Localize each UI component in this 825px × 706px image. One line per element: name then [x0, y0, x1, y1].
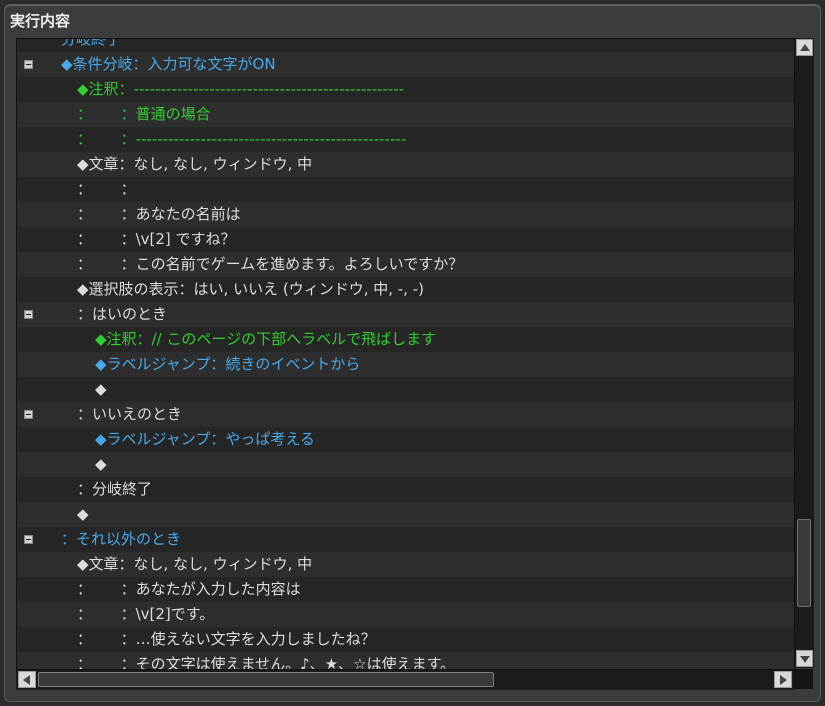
command-row[interactable]: ◆注釈：------------------------------------…	[17, 77, 795, 102]
collapse-toggle-icon[interactable]	[24, 60, 33, 69]
scroll-down-button[interactable]	[796, 650, 813, 667]
command-row[interactable]: ◆	[17, 377, 795, 402]
command-row[interactable]: ： ：…使えない文字を入力しましたね？	[17, 627, 795, 652]
command-row[interactable]: ： ：\v[2]です。	[17, 602, 795, 627]
command-row[interactable]: ◆選択肢の表示：はい, いいえ (ウィンドウ, 中, -, -)	[17, 277, 795, 302]
command-text: ◆注釈：// このページの下部へラベルで飛ばします	[95, 330, 437, 348]
arrow-down-icon	[800, 656, 810, 663]
collapse-toggle-icon[interactable]	[24, 310, 33, 319]
command-text: ◆ラベルジャンプ：続きのイベントから	[95, 355, 361, 373]
command-text: ：いいえのとき	[77, 405, 183, 423]
vertical-scroll-thumb[interactable]	[797, 519, 811, 607]
arrow-right-icon	[780, 675, 787, 685]
scrollbar-corner	[794, 669, 813, 689]
command-row[interactable]: ◆注釈：// このページの下部へラベルで飛ばします	[17, 327, 795, 352]
command-text: 分岐終了	[61, 38, 122, 48]
command-row[interactable]: ：いいえのとき	[17, 402, 795, 427]
command-row[interactable]: ：分岐終了	[17, 477, 795, 502]
command-text: ：それ以外のとき	[61, 530, 182, 548]
command-text: ： ：	[77, 180, 136, 198]
command-text: ◆	[95, 455, 107, 473]
command-text: ◆文章：なし, なし, ウィンドウ, 中	[77, 555, 313, 573]
command-row[interactable]: ： ：-------------------------------------…	[17, 127, 795, 152]
command-row[interactable]: 分岐終了	[17, 38, 795, 52]
command-text: ◆文章：なし, なし, ウィンドウ, 中	[77, 155, 313, 173]
command-row[interactable]: ： ：この名前でゲームを進めます。よろしいですか？	[17, 252, 795, 277]
command-row[interactable]: ： ：その文字は使えません。♪、★、☆は使えます。	[17, 652, 795, 670]
command-row[interactable]: ：はいのとき	[17, 302, 795, 327]
command-row[interactable]: ◆条件分岐：入力可な文字がON	[17, 52, 795, 77]
command-text: ：はいのとき	[77, 305, 168, 323]
command-text: ◆	[77, 505, 89, 523]
command-text: ： ：その文字は使えません。♪、★、☆は使えます。	[77, 655, 456, 670]
command-row[interactable]: ：それ以外のとき	[17, 527, 795, 552]
command-row[interactable]: ◆	[17, 502, 795, 527]
command-text: ： ：-------------------------------------…	[77, 130, 407, 148]
window-title: 実行内容	[10, 12, 71, 30]
command-text: ◆注釈：------------------------------------…	[77, 80, 405, 98]
arrow-left-icon	[23, 675, 30, 685]
command-text: ： ：あなたの名前は	[77, 205, 241, 223]
command-text: ： ：普通の場合	[77, 105, 211, 123]
command-text: ：分岐終了	[77, 480, 153, 498]
scroll-left-button[interactable]	[18, 671, 36, 688]
scroll-up-button[interactable]	[796, 39, 813, 56]
command-row[interactable]: ： ：\v[2] ですね？	[17, 227, 795, 252]
command-text: ◆ラベルジャンプ：やっぱ考える	[95, 430, 315, 448]
command-row[interactable]: ： ：あなたの名前は	[17, 202, 795, 227]
command-row[interactable]: ◆文章：なし, なし, ウィンドウ, 中	[17, 152, 795, 177]
horizontal-scrollbar[interactable]	[16, 669, 794, 690]
command-row[interactable]: ： ：普通の場合	[17, 102, 795, 127]
collapse-toggle-icon[interactable]	[24, 410, 33, 419]
command-row[interactable]: ： ：あなたが入力した内容は	[17, 577, 795, 602]
command-row[interactable]: ◆ラベルジャンプ：続きのイベントから	[17, 352, 795, 377]
command-row[interactable]: ： ：	[17, 177, 795, 202]
command-row[interactable]: ◆ラベルジャンプ：やっぱ考える	[17, 427, 795, 452]
command-text: ： ：\v[2]です。	[77, 605, 215, 623]
command-row[interactable]: ◆	[17, 452, 795, 477]
command-list[interactable]: 分岐終了 ◆条件分岐：入力可な文字がON ◆注釈：-----------------…	[16, 38, 796, 670]
command-text: ： ：\v[2] ですね？	[77, 230, 236, 248]
command-row[interactable]: ◆文章：なし, なし, ウィンドウ, 中	[17, 552, 795, 577]
arrow-up-icon	[800, 44, 810, 51]
scroll-right-button[interactable]	[774, 671, 792, 688]
command-text: ： ：あなたが入力した内容は	[77, 580, 301, 598]
command-rows: 分岐終了 ◆条件分岐：入力可な文字がON ◆注釈：-----------------…	[17, 38, 795, 670]
command-text: ◆選択肢の表示：はい, いいえ (ウィンドウ, 中, -, -)	[77, 280, 424, 298]
command-text: ： ：この名前でゲームを進めます。よろしいですか？	[77, 255, 464, 273]
command-text: ： ：…使えない文字を入力しましたね？	[77, 630, 376, 648]
horizontal-scroll-thumb[interactable]	[38, 672, 494, 687]
collapse-toggle-icon[interactable]	[24, 535, 33, 544]
command-text: ◆条件分岐：入力可な文字がON	[61, 55, 276, 73]
vertical-scrollbar[interactable]	[794, 38, 814, 668]
command-text: ◆	[95, 380, 107, 398]
